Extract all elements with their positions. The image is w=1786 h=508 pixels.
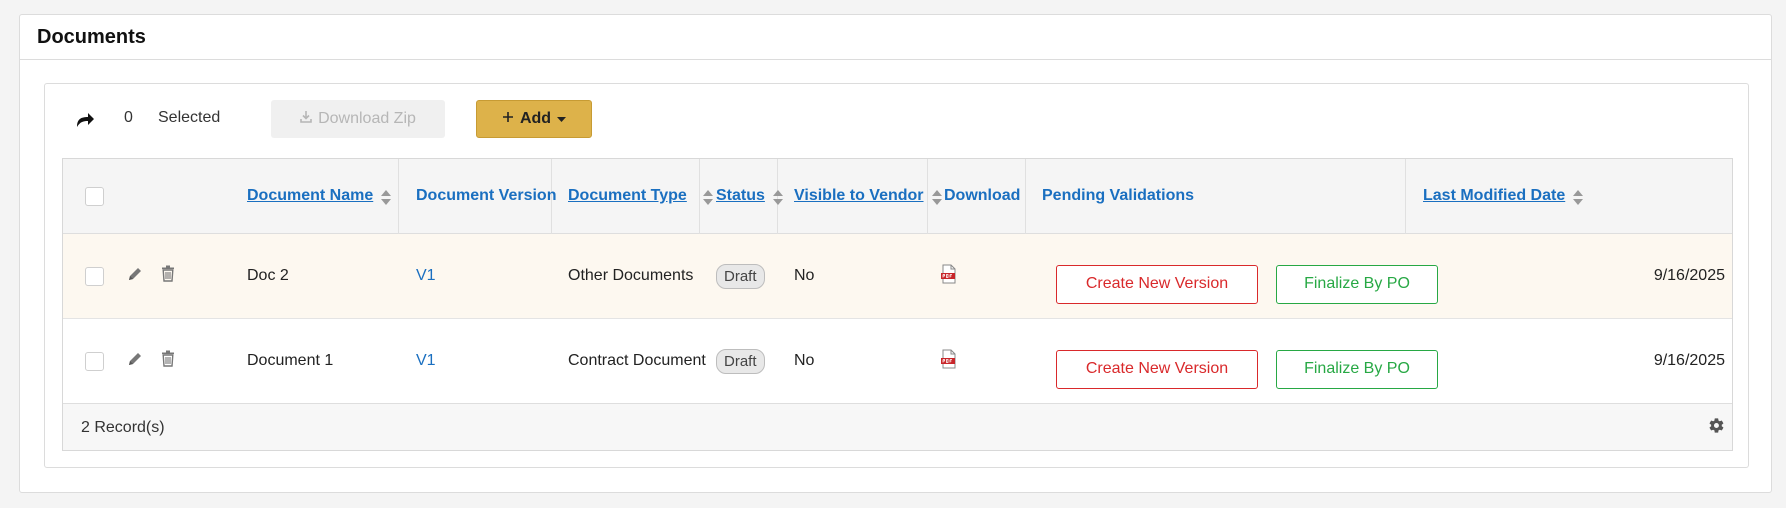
status-cell: Draft [716,319,765,403]
col-status-label[interactable]: Status [716,187,765,205]
table-row: Doc 2 V1 Other Documents Draft No Create… [63,234,1732,319]
col-header-pending-validations: Pending Validations [1042,159,1194,233]
col-header-document-name[interactable]: Document Name [247,159,392,233]
finalize-cell: Finalize By PO [1276,327,1438,411]
column-divider [1405,159,1406,234]
pencil-icon[interactable] [127,266,143,287]
share-arrow-icon[interactable] [74,110,96,128]
col-header-document-version: Document Version [416,159,556,233]
settings-cell [1708,404,1725,450]
select-all-checkbox[interactable] [85,186,104,206]
row-checkbox[interactable] [85,266,104,286]
sort-icon[interactable] [931,189,943,207]
gear-icon[interactable] [1708,417,1725,439]
sort-icon[interactable] [1572,189,1584,207]
visible-to-vendor: No [794,267,815,284]
selected-label: Selected [158,109,221,126]
status-badge: Draft [716,348,765,374]
table-header: Document Name Document Version Document … [63,159,1732,234]
document-name: Doc 2 [247,267,289,284]
col-download-label: Download [944,187,1021,204]
finalize-cell: Finalize By PO [1276,242,1438,326]
delete-cell [161,319,175,403]
create-version-cell: Create New Version [1056,327,1258,411]
document-version-link[interactable]: V1 [416,319,436,403]
create-new-version-button[interactable]: Create New Version [1056,349,1258,389]
finalize-by-po-button[interactable]: Finalize By PO [1276,349,1438,389]
last-modified-date: 9/16/2025 [1653,267,1725,284]
status-cell: Draft [716,234,765,318]
caret-down-icon [557,110,567,128]
trash-icon[interactable] [161,350,175,372]
panel-header: Documents [20,15,1771,60]
last-modified-date: 9/16/2025 [1653,352,1725,369]
column-divider [1025,159,1026,234]
column-divider [398,159,399,234]
document-type: Contract Document [568,352,706,369]
col-header-document-type[interactable]: Document Type [568,159,714,233]
select-all-cell [85,159,104,233]
row-select-cell [85,319,104,403]
pdf-file-icon[interactable] [940,349,958,374]
col-header-last-modified-date[interactable]: Last Modified Date [1423,159,1584,233]
documents-table: Document Name Document Version Document … [62,158,1733,451]
col-header-status[interactable]: Status [716,159,784,233]
row-checkbox[interactable] [85,351,104,371]
table-row: Document 1 V1 Contract Document Draft No [63,319,1732,404]
download-cell [940,319,958,403]
sort-icon[interactable] [772,189,784,207]
add-button[interactable]: Add [476,100,592,138]
col-header-download: Download [944,159,1020,233]
download-icon [300,110,312,128]
delete-cell [161,234,175,318]
sort-icon[interactable] [702,189,714,207]
edit-cell [127,319,143,403]
col-document-version-label: Document Version [416,187,557,204]
col-document-name-label[interactable]: Document Name [247,187,373,205]
toolbar: 0 Selected Download Zip Add [45,84,1748,152]
document-version-value[interactable]: V1 [416,267,436,285]
records-count: 2 Record(s) [81,419,165,436]
col-pending-validations-label: Pending Validations [1042,187,1195,204]
document-name: Document 1 [247,352,334,369]
download-zip-label: Download Zip [318,110,416,127]
col-document-type-label[interactable]: Document Type [568,187,687,205]
selected-count: 0 [124,109,133,126]
trash-icon[interactable] [161,265,175,287]
pencil-icon[interactable] [127,351,143,372]
download-cell [940,234,958,318]
documents-container: 0 Selected Download Zip Add Document Nam… [44,83,1749,468]
pdf-file-icon[interactable] [940,264,958,289]
documents-panel: Documents 0 Selected Download Zip Add Do… [19,14,1772,493]
row-select-cell [85,234,104,318]
col-header-visible-to-vendor[interactable]: Visible to Vendor [794,159,943,233]
edit-cell [127,234,143,318]
create-new-version-button[interactable]: Create New Version [1056,264,1258,304]
col-last-modified-date-label[interactable]: Last Modified Date [1423,187,1565,205]
panel-title: Documents [37,25,146,48]
plus-icon [502,110,514,128]
col-visible-to-vendor-label[interactable]: Visible to Vendor [794,187,924,205]
visible-to-vendor: No [794,352,815,369]
download-zip-button[interactable]: Download Zip [271,100,445,138]
document-version-link[interactable]: V1 [416,234,436,318]
sort-icon[interactable] [380,189,392,207]
finalize-by-po-button[interactable]: Finalize By PO [1276,264,1438,304]
document-version-value[interactable]: V1 [416,352,436,370]
create-version-cell: Create New Version [1056,242,1258,326]
document-type: Other Documents [568,267,694,284]
table-footer: 2 Record(s) [63,404,1732,450]
status-badge: Draft [716,263,765,289]
add-label: Add [519,110,552,127]
